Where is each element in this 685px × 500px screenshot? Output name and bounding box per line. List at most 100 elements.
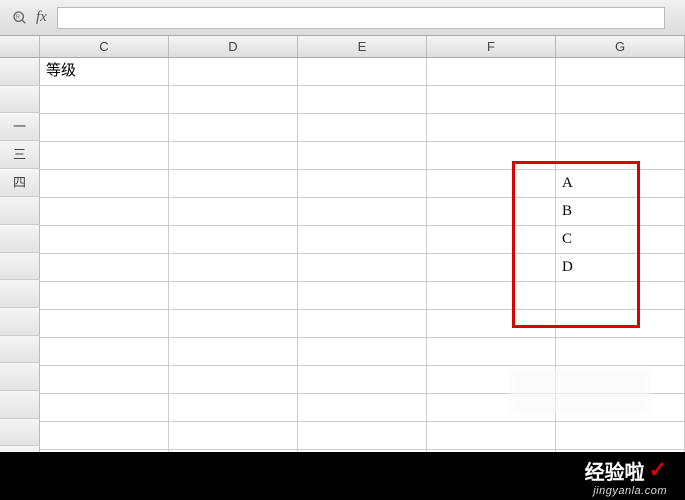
cell[interactable]: C bbox=[556, 226, 685, 253]
cell[interactable] bbox=[169, 338, 298, 365]
cell[interactable] bbox=[298, 422, 427, 449]
fx-label[interactable]: fx bbox=[36, 9, 47, 26]
row-header[interactable]: 一 bbox=[0, 113, 40, 141]
column-headers-row: C D E F G bbox=[0, 36, 685, 58]
cell[interactable] bbox=[298, 198, 427, 225]
cell[interactable] bbox=[427, 114, 556, 141]
cell[interactable] bbox=[169, 170, 298, 197]
cell[interactable] bbox=[40, 310, 169, 337]
cells-area: 等级 A B C D bbox=[40, 58, 685, 474]
cell[interactable] bbox=[556, 338, 685, 365]
row-header[interactable] bbox=[0, 58, 40, 86]
cell[interactable] bbox=[298, 338, 427, 365]
row-header[interactable] bbox=[0, 86, 40, 114]
cell[interactable] bbox=[298, 170, 427, 197]
cell[interactable] bbox=[427, 86, 556, 113]
row-header[interactable] bbox=[0, 280, 40, 308]
row-header[interactable] bbox=[0, 253, 40, 281]
cell[interactable] bbox=[298, 86, 427, 113]
cell[interactable] bbox=[427, 170, 556, 197]
cell[interactable] bbox=[427, 254, 556, 281]
cell[interactable] bbox=[427, 58, 556, 85]
cell[interactable] bbox=[427, 422, 556, 449]
col-header-F[interactable]: F bbox=[427, 36, 556, 57]
cell[interactable] bbox=[298, 114, 427, 141]
table-row: 等级 bbox=[40, 58, 685, 86]
cell[interactable] bbox=[556, 310, 685, 337]
cell[interactable] bbox=[298, 58, 427, 85]
cell[interactable]: A bbox=[556, 170, 685, 197]
cell[interactable] bbox=[427, 282, 556, 309]
cell[interactable]: 等级 bbox=[40, 58, 169, 85]
cell[interactable] bbox=[169, 226, 298, 253]
cell[interactable] bbox=[427, 338, 556, 365]
cell[interactable] bbox=[169, 310, 298, 337]
cell[interactable] bbox=[169, 58, 298, 85]
table-row bbox=[40, 86, 685, 114]
cell[interactable] bbox=[40, 422, 169, 449]
cell[interactable] bbox=[298, 142, 427, 169]
cell[interactable] bbox=[427, 226, 556, 253]
formula-input[interactable] bbox=[57, 7, 665, 29]
cell[interactable] bbox=[298, 310, 427, 337]
cell[interactable] bbox=[427, 198, 556, 225]
row-header[interactable] bbox=[0, 363, 40, 391]
cell[interactable] bbox=[40, 338, 169, 365]
cell[interactable] bbox=[556, 422, 685, 449]
cell[interactable] bbox=[40, 394, 169, 421]
cell[interactable] bbox=[556, 86, 685, 113]
col-header-C[interactable]: C bbox=[40, 36, 169, 57]
watermark-blur bbox=[510, 369, 650, 414]
table-row bbox=[40, 310, 685, 338]
cell[interactable] bbox=[40, 170, 169, 197]
cell[interactable] bbox=[298, 282, 427, 309]
row-header[interactable]: 四 bbox=[0, 169, 40, 197]
brand-en-text: jingyanla.com bbox=[593, 485, 667, 497]
cell[interactable] bbox=[169, 86, 298, 113]
table-row bbox=[40, 114, 685, 142]
row-header[interactable]: 三 bbox=[0, 141, 40, 169]
row-header[interactable] bbox=[0, 336, 40, 364]
cell[interactable] bbox=[40, 254, 169, 281]
col-header-E[interactable]: E bbox=[298, 36, 427, 57]
row-header[interactable] bbox=[0, 225, 40, 253]
cell[interactable]: B bbox=[556, 198, 685, 225]
cell[interactable] bbox=[40, 142, 169, 169]
brand-logo: 经验啦✓ jingyanla.com bbox=[585, 456, 667, 497]
cell[interactable] bbox=[40, 114, 169, 141]
cell[interactable] bbox=[298, 254, 427, 281]
cell[interactable] bbox=[556, 58, 685, 85]
cell[interactable]: D bbox=[556, 254, 685, 281]
cell[interactable] bbox=[169, 142, 298, 169]
cell[interactable] bbox=[298, 366, 427, 393]
cell[interactable] bbox=[40, 282, 169, 309]
row-header[interactable] bbox=[0, 197, 40, 225]
col-header-G[interactable]: G bbox=[556, 36, 685, 57]
row-header[interactable] bbox=[0, 391, 40, 419]
row-header[interactable] bbox=[0, 419, 40, 447]
zoom-reset-icon[interactable]: R bbox=[10, 8, 30, 28]
cell[interactable] bbox=[298, 226, 427, 253]
cell[interactable] bbox=[427, 310, 556, 337]
cell[interactable] bbox=[169, 198, 298, 225]
col-header-D[interactable]: D bbox=[169, 36, 298, 57]
cell[interactable] bbox=[556, 142, 685, 169]
cell[interactable] bbox=[427, 142, 556, 169]
svg-text:R: R bbox=[16, 14, 20, 20]
cell[interactable] bbox=[169, 254, 298, 281]
cell[interactable] bbox=[556, 282, 685, 309]
cell[interactable] bbox=[40, 86, 169, 113]
select-all-corner[interactable] bbox=[0, 36, 40, 57]
cell[interactable] bbox=[169, 394, 298, 421]
cell[interactable] bbox=[169, 422, 298, 449]
cell[interactable] bbox=[556, 114, 685, 141]
brand-cn-text: 经验啦✓ bbox=[585, 456, 667, 485]
cell[interactable] bbox=[169, 282, 298, 309]
cell[interactable] bbox=[298, 394, 427, 421]
cell[interactable] bbox=[40, 366, 169, 393]
cell[interactable] bbox=[40, 226, 169, 253]
row-header[interactable] bbox=[0, 308, 40, 336]
cell[interactable] bbox=[169, 366, 298, 393]
cell[interactable] bbox=[169, 114, 298, 141]
cell[interactable] bbox=[40, 198, 169, 225]
